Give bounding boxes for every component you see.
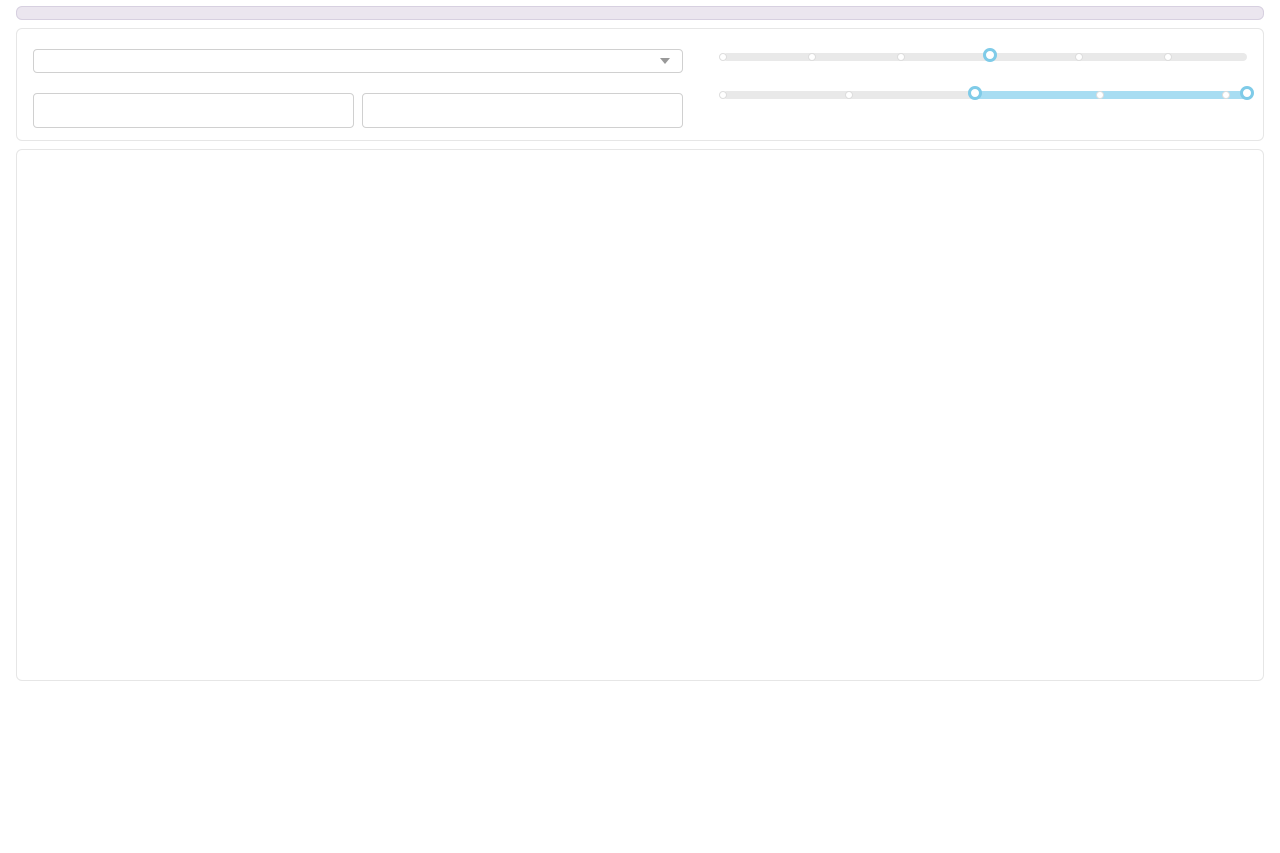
cv-tick-row <box>723 65 1247 81</box>
isochrone-chart[interactable] <box>33 164 713 668</box>
cv-slider[interactable] <box>723 53 1247 61</box>
charts-card <box>16 149 1264 681</box>
drainage-select[interactable] <box>33 49 683 73</box>
controls-card <box>16 28 1264 141</box>
T-slider[interactable] <box>723 91 1247 99</box>
T-tick-row <box>723 103 1247 119</box>
consolidation-chart[interactable] <box>723 164 1280 668</box>
height-input[interactable] <box>33 93 354 128</box>
page-banner <box>16 6 1264 20</box>
chevron-down-icon <box>660 58 670 64</box>
u0-input[interactable] <box>362 93 683 128</box>
